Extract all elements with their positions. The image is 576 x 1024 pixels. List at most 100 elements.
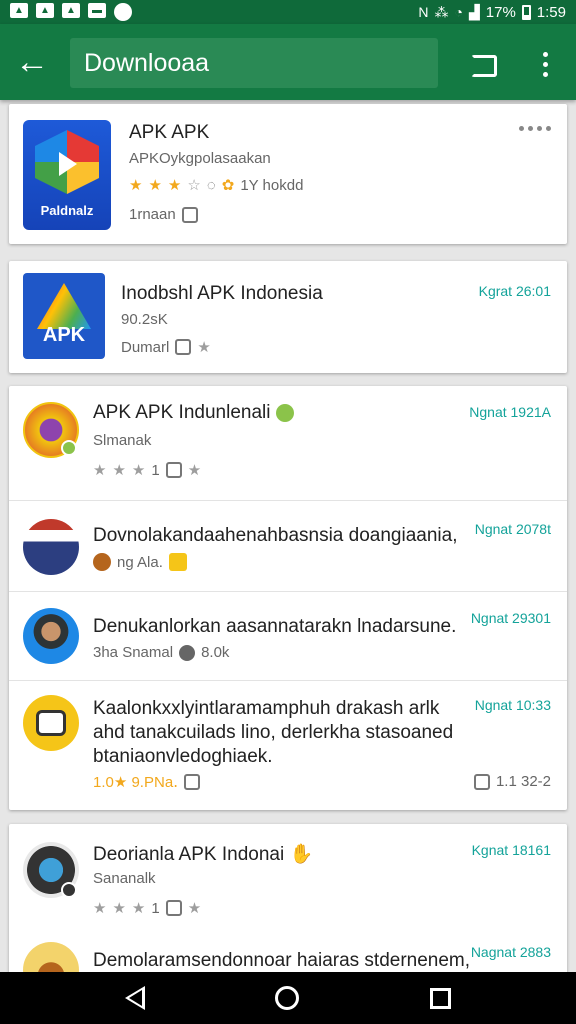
post-date: Ngnat 29301 — [470, 610, 551, 626]
badge-icon: ✿ — [221, 177, 235, 194]
dot-icon — [519, 126, 524, 131]
item-description: Kaalonkxxlyintlaramamphuh drakash arlk a… — [93, 697, 483, 769]
battery-icon — [521, 4, 531, 20]
cookie-icon — [93, 553, 111, 571]
thumbs-up-icon — [175, 339, 192, 355]
avatar — [23, 519, 79, 575]
item-title: Denukanlorkan aasannatarakn lnadarsune. — [93, 616, 457, 637]
thumbs-up-icon — [184, 774, 201, 790]
thumbs-up-icon — [181, 206, 198, 223]
overflow-menu-button[interactable] — [530, 44, 560, 84]
badge-icon — [61, 882, 77, 898]
dot-icon — [528, 126, 533, 131]
thumbs-up-icon — [165, 462, 182, 478]
star-empty-icon: ☆ — [187, 177, 201, 194]
navigation-bar — [0, 972, 576, 1024]
item-meta: ★ ★ ★ 1 ★ — [93, 899, 202, 918]
wifi-icon: ◔ — [454, 4, 463, 20]
search-input[interactable]: Downlooaa — [70, 38, 438, 88]
meta-count: 8.0k — [201, 644, 230, 661]
meta-text: 1.1 32-2 — [495, 773, 551, 790]
item-subtitle: Sananalk — [93, 870, 156, 887]
verified-badge-icon — [61, 440, 77, 456]
item-title: Demolaramsendonnoar haiaras stdernenem, — [93, 950, 471, 971]
card-more-button[interactable] — [519, 126, 551, 131]
nav-recents-button[interactable] — [429, 987, 451, 1009]
cast-icon — [471, 55, 497, 77]
item-meta: 3ha Snamal 8.0k — [93, 644, 229, 661]
image-notification-icon: ▲ — [10, 3, 28, 18]
list-item[interactable]: Deorianla APK Indonai ✋ Sananalk ★ ★ ★ 1… — [9, 824, 567, 930]
app-meta: Dumarl ★ — [121, 338, 211, 357]
app-icon: Paldnalz — [23, 120, 111, 230]
rating-count: 1 — [151, 461, 160, 479]
post-date: Ngnat 2078t — [474, 521, 551, 537]
list-item[interactable]: APK APK Indunlenali Slmanak ★ ★ ★ 1 ★ Ng… — [9, 386, 567, 500]
meta-text: 3ha Snamal — [93, 644, 174, 661]
star-icon: ★ — [112, 462, 126, 479]
emoji-icon — [275, 403, 294, 422]
post-date: Kgnat 18161 — [471, 842, 551, 858]
star-icon: ★ — [131, 900, 146, 917]
description-line: btaniaonvledoghiaek. — [93, 746, 273, 767]
back-button[interactable]: ← — [0, 24, 64, 100]
app-title: Inodbshl APK Indonesia — [121, 283, 323, 304]
chat-icon: ◌ — [206, 176, 216, 194]
dot-icon — [542, 61, 548, 67]
clock-icon — [179, 644, 196, 661]
nav-home-button[interactable] — [275, 986, 300, 1010]
hand-icon: ✋ — [289, 844, 314, 865]
thumbs-up-icon — [165, 900, 182, 916]
app-list-card: Deorianla APK Indonai ✋ Sananalk ★ ★ ★ 1… — [9, 824, 567, 998]
clock: 1:59 — [536, 3, 566, 21]
photo-notification-icon: ▲ — [36, 3, 54, 18]
item-subtitle: Slmanak — [93, 432, 152, 449]
item-meta: ★ ★ ★ 1 ★ — [93, 461, 202, 480]
star-icon: ★ — [112, 900, 126, 917]
vibrate-icon: ⁂ — [434, 3, 449, 20]
post-date: Nagnat 2883 — [470, 944, 551, 960]
gallery-notification-icon: ▲ — [62, 3, 80, 18]
list-item[interactable]: Kaalonkxxlyintlaramamphuh drakash arlk a… — [9, 681, 567, 810]
star-icon: ★ — [187, 462, 202, 479]
meta-text: 1rnaan — [129, 206, 176, 223]
star-icon: ★ — [93, 462, 107, 479]
image-icon — [473, 773, 490, 790]
post-date: Kgrat 26:01 — [478, 283, 551, 299]
item-meta: ng Ala. — [93, 553, 187, 571]
emoji-icon — [168, 553, 187, 571]
app-list-card: APK APK Indunlenali Slmanak ★ ★ ★ 1 ★ Ng… — [9, 386, 567, 810]
star-icon: ★ — [129, 177, 143, 194]
app-icon: APK — [23, 273, 105, 359]
list-item[interactable]: Demolaramsendonnoar haiaras stdernenem, … — [9, 932, 567, 998]
item-title: APK APK Indunlenali — [93, 402, 294, 424]
star-icon: ★ — [148, 177, 162, 194]
arrow-left-icon: ← — [15, 42, 49, 81]
item-title-text: APK APK Indunlenali — [93, 402, 271, 423]
meta-text: ng Ala. — [117, 553, 163, 571]
app-card-featured[interactable]: Paldnalz APK APK APKOykgpolasaakan ★ ★ ★ ☆ … — [9, 104, 567, 244]
app-icon-label: Paldnalz — [40, 203, 94, 218]
app-developer: APKOykgpolasaakan — [129, 150, 271, 167]
app-bar: ← Downlooaa — [0, 24, 576, 100]
dot-icon — [537, 126, 542, 131]
item-title: Deorianla APK Indonai ✋ — [93, 842, 313, 866]
list-item[interactable]: Dovnolakandaahenahbasnsia doangiaania, n… — [9, 501, 567, 591]
nav-back-button[interactable] — [125, 986, 146, 1010]
list-item[interactable]: Denukanlorkan aasannatarakn lnadarsune. … — [9, 592, 567, 680]
app-rating: ★ ★ ★ ☆ ◌ ✿ 1Y hokdd — [129, 176, 303, 195]
star-icon: ★ — [93, 900, 107, 917]
item-title-text: Deorianla APK Indonai — [93, 844, 285, 865]
app-card[interactable]: APK Inodbshl APK Indonesia 90.2sK Dumarl… — [9, 261, 567, 373]
item-title: Dovnolakandaahenahbasnsia doangiaania, — [93, 525, 458, 546]
dot-icon — [542, 71, 548, 77]
dot-icon — [546, 126, 551, 131]
app-icon-label: APK — [42, 324, 86, 346]
rating-text: 1.0★ 9.PNa․ — [93, 774, 179, 791]
post-date: Ngnat 1921A — [469, 404, 551, 420]
star-icon: ★ — [187, 900, 202, 917]
cast-button[interactable] — [462, 48, 506, 84]
description-line: ahd tanakcuilads lino, derlerkha stasoan… — [93, 722, 454, 743]
app-size: 90.2sK — [121, 311, 168, 328]
rating-count: 1 — [151, 899, 160, 917]
